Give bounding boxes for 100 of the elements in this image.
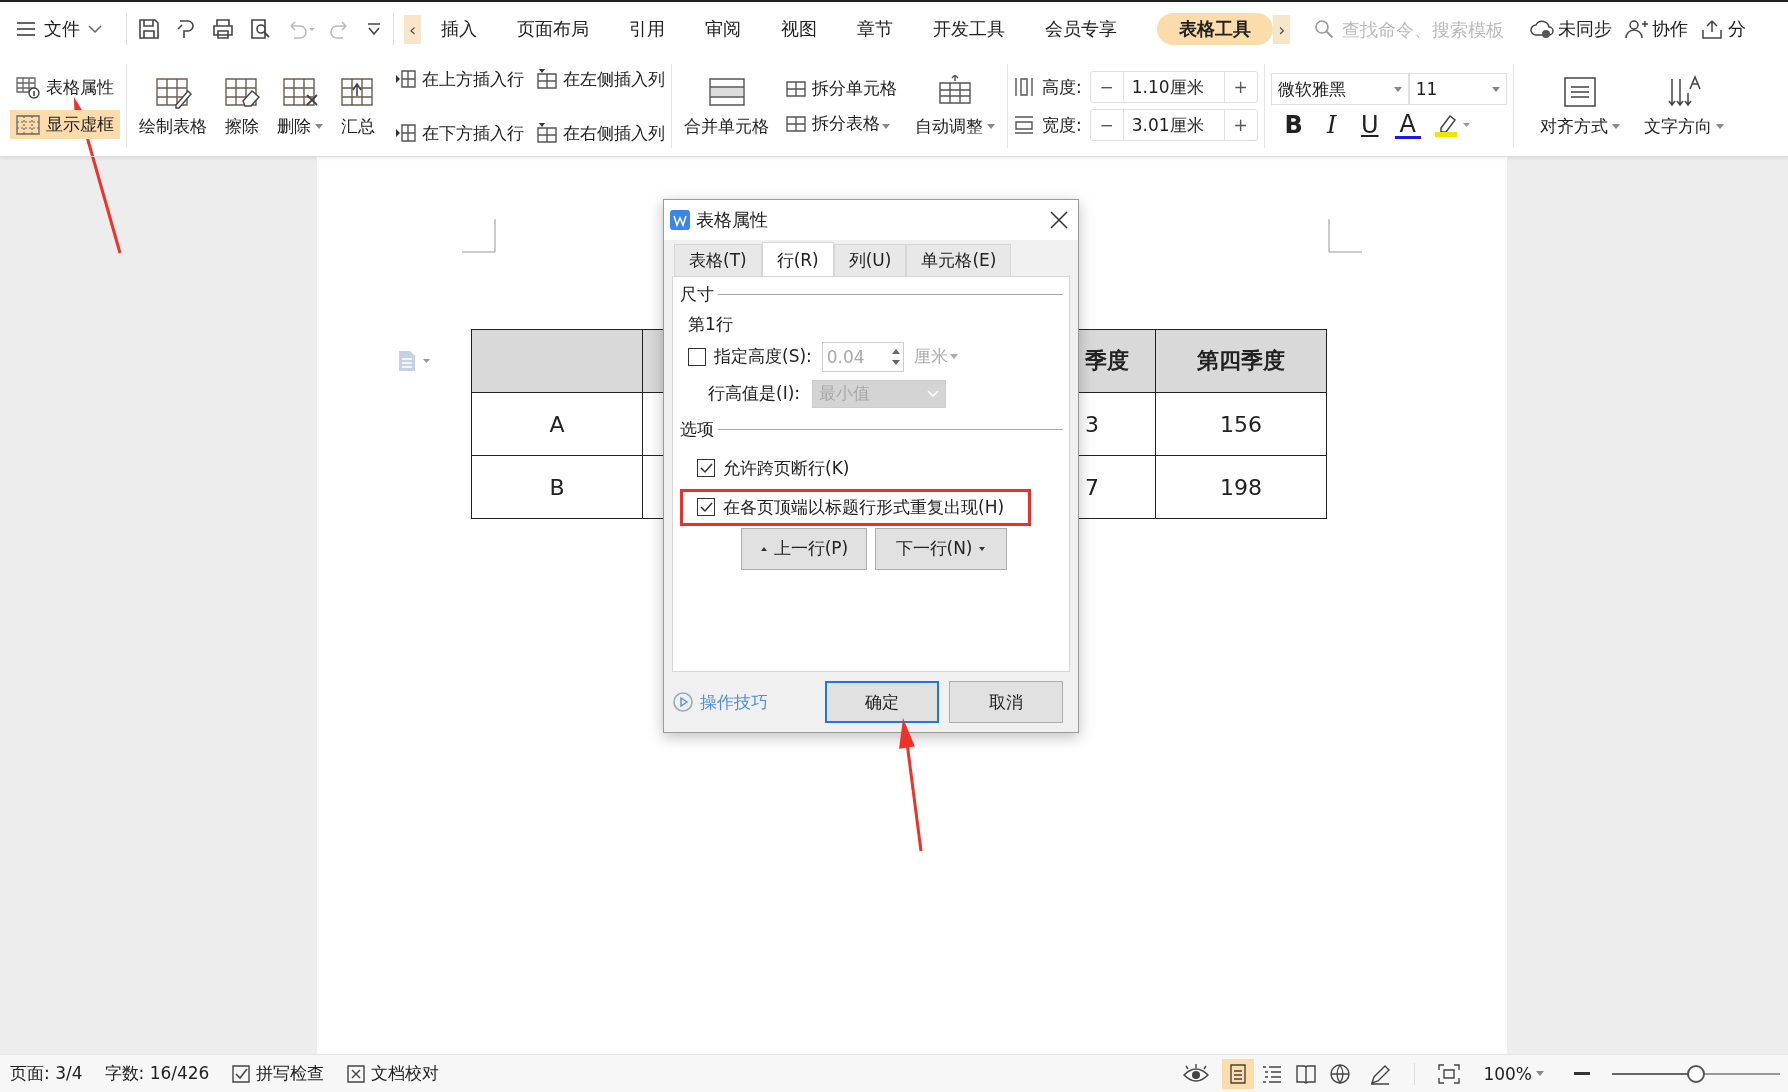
dialog-tab[interactable]: 列(U) [833, 243, 907, 276]
ribbon-button[interactable]: 在右侧插入列 [536, 121, 665, 145]
dialog-tab[interactable]: 单元格(E) [906, 243, 1012, 276]
page-count: 页面: 3/4 [10, 1062, 83, 1085]
play-icon [672, 691, 694, 714]
ribbon-button[interactable]: 在下方插入行 [395, 121, 524, 145]
ribbon-toggle[interactable]: 显示虚框 [10, 110, 120, 139]
highlighter-icon[interactable] [1432, 112, 1473, 138]
font-color-button[interactable]: A [1394, 111, 1421, 139]
ribbon-button[interactable]: 拆分单元格 [785, 77, 897, 100]
font-size-dropdown[interactable]: 11 [1408, 73, 1507, 105]
crop-mark [1328, 219, 1362, 253]
caret-icon [315, 123, 323, 129]
split-icon [785, 78, 807, 99]
size-spinner[interactable]: − 1.10厘米 + [1089, 71, 1258, 103]
table-info-icon [16, 76, 40, 99]
ribbon-button[interactable]: 拆分表格 [785, 112, 897, 135]
ribbon-tab[interactable]: 章节 [837, 13, 914, 45]
row-label: 第1行 [688, 312, 733, 336]
print-preview-icon[interactable] [248, 17, 272, 41]
scroll-left-button[interactable]: ‹ [404, 14, 422, 44]
table-cell: A [471, 392, 643, 456]
ribbon-button[interactable]: 在上方插入行 [395, 67, 524, 91]
previous-row-button[interactable]: 上一行(P) [741, 527, 867, 570]
zoom-level-dropdown[interactable]: 100% [1483, 1063, 1532, 1084]
size-spinner[interactable]: − 3.01厘米 + [1089, 109, 1258, 141]
row-height-icon [1014, 76, 1034, 98]
ribbon-tab[interactable]: 引用 [609, 13, 686, 45]
person-add-icon [1624, 18, 1649, 40]
eye-icon[interactable] [1182, 1062, 1211, 1085]
toolbar-action[interactable]: 分 [1700, 17, 1747, 41]
caret-icon [949, 354, 958, 360]
ribbon-toggle[interactable]: 表格属性 [10, 73, 120, 102]
file-menu[interactable]: 文件 [16, 17, 116, 41]
dialog-tab[interactable]: 表格(T) [674, 243, 762, 276]
close-icon[interactable] [1050, 210, 1068, 229]
save-icon[interactable] [137, 17, 161, 41]
proofread-button[interactable]: 文档校对 [346, 1062, 440, 1085]
ribbon-button[interactable]: 绘制表格 [133, 74, 213, 138]
x-box-icon [346, 1063, 367, 1084]
ribbon-tab[interactable]: 审阅 [685, 13, 762, 45]
toolbar-action[interactable]: 未同步 [1530, 17, 1613, 41]
autofit-button[interactable]: 自动调整 [909, 74, 1001, 138]
cancel-button[interactable]: 取消 [949, 681, 1063, 724]
text-direction-button[interactable]: 文字方向 [1637, 74, 1730, 138]
fit-page-icon[interactable] [1437, 1062, 1462, 1085]
chevron-icon [88, 24, 102, 34]
section-heading: 选项 [680, 417, 714, 441]
table-cell: B [471, 455, 643, 519]
app-icon [670, 209, 690, 230]
size-label: 高度: [1042, 75, 1082, 99]
ribbon-tab[interactable]: 会员专享 [1025, 13, 1138, 45]
slider-thumb[interactable] [1687, 1064, 1705, 1083]
underline-button[interactable]: U [1356, 111, 1383, 139]
ribbon-tab[interactable]: 表格工具 [1157, 13, 1274, 45]
bold-button[interactable]: B [1280, 111, 1307, 139]
caret-icon [1611, 123, 1620, 129]
caret-icon [1715, 123, 1724, 129]
checkbox[interactable]: 在各页顶端以标题行形式重复出现(H) [680, 488, 1032, 526]
zoom-slider[interactable] [1612, 1064, 1780, 1083]
ribbon-tab[interactable]: 插入 [421, 13, 498, 45]
customize-icon[interactable] [365, 20, 383, 38]
scroll-right-button[interactable]: › [1273, 14, 1291, 44]
table-cell: 198 [1155, 455, 1327, 519]
share-icon [1700, 18, 1725, 40]
italic-button[interactable]: I [1318, 111, 1345, 139]
chevron-icon [927, 389, 939, 398]
check-box-icon [231, 1063, 252, 1084]
next-row-button[interactable]: 下一行(N) [875, 527, 1007, 570]
align-button[interactable]: 对齐方式 [1533, 74, 1626, 138]
ribbon-button[interactable]: 删除 [271, 74, 329, 138]
search-field[interactable]: 查找命令、搜索模板 [1314, 17, 1515, 41]
insert-row-icon [395, 68, 417, 90]
ok-button[interactable]: 确定 [825, 681, 939, 724]
ribbon-tab[interactable]: 视图 [761, 13, 838, 45]
size-label: 宽度: [1042, 113, 1082, 137]
dialog-tab[interactable]: 行(R) [761, 241, 834, 276]
font-family-dropdown[interactable]: 微软雅黑 [1270, 73, 1409, 105]
insert-row-icon [395, 122, 417, 144]
print-icon[interactable] [211, 17, 235, 41]
column-width-icon [1014, 114, 1034, 136]
view-mode-button[interactable] [1222, 1058, 1255, 1089]
down-arrow-icon [978, 544, 987, 553]
toolbar-action[interactable]: 协作 [1624, 17, 1689, 41]
text-direction-icon [1665, 74, 1702, 109]
ribbon-button[interactable]: 在左侧插入列 [536, 67, 665, 91]
ribbon-button[interactable]: 擦除 [217, 74, 267, 138]
ribbon-button[interactable]: 汇总 [333, 74, 383, 138]
dashed-grid-icon [16, 113, 40, 136]
insert-column-icon [536, 68, 558, 90]
cloud-icon [1530, 18, 1555, 40]
caret-icon [1536, 1071, 1544, 1076]
menu-icon [16, 21, 36, 37]
merge-cells-button[interactable]: 合并单元格 [678, 74, 775, 138]
checkbox[interactable]: 允许跨页断行(K) [688, 449, 877, 487]
ribbon-tab[interactable]: 开发工具 [913, 13, 1026, 45]
spell-check-button[interactable]: 拼写检查 [231, 1062, 325, 1085]
ribbon-tab[interactable]: 页面布局 [497, 13, 610, 45]
caret-icon [987, 123, 995, 129]
word-count[interactable]: 字数: 16/426 [104, 1062, 210, 1085]
